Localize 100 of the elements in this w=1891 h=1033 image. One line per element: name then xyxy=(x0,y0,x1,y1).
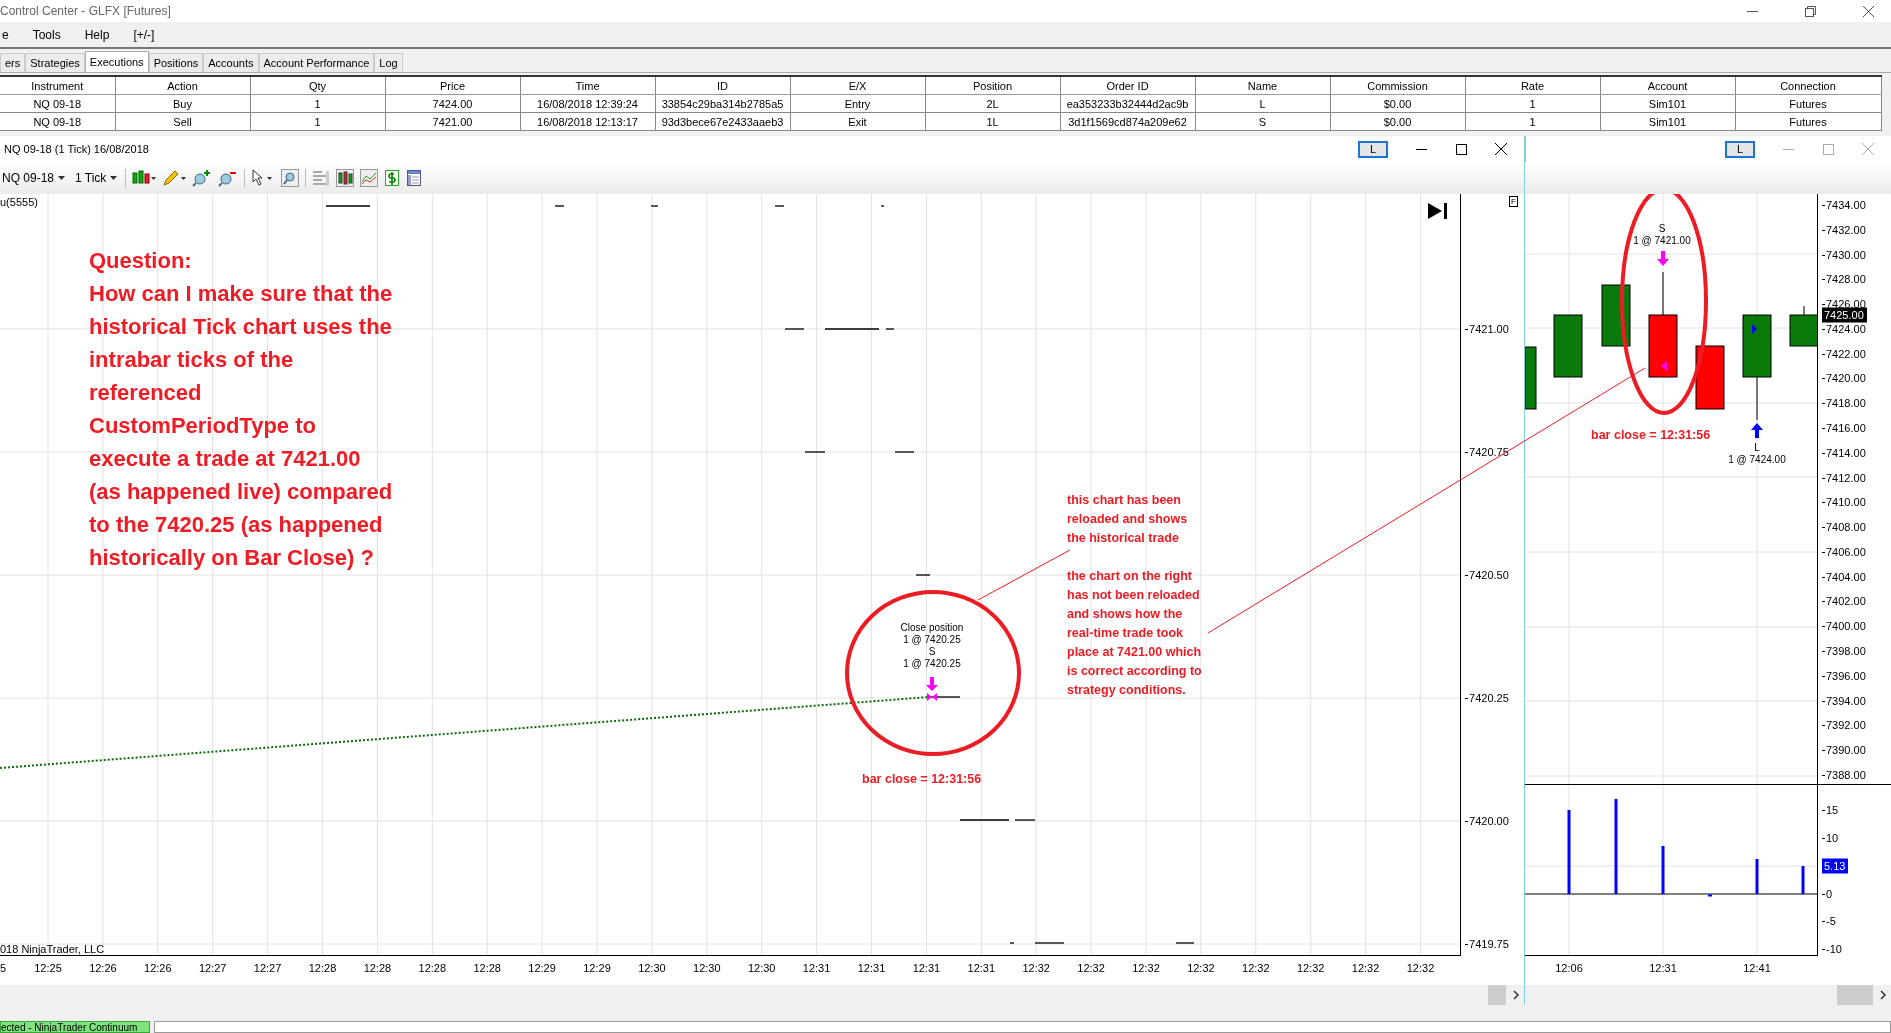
dollar-icon[interactable] xyxy=(384,169,401,187)
table-cell: ea353233b32444d2ac9b xyxy=(1060,94,1195,113)
tick-mark xyxy=(824,328,880,330)
axis-label: 12:28 xyxy=(363,962,392,974)
table-cell: 2L xyxy=(925,94,1060,113)
table-cell: Futures xyxy=(1735,94,1881,113)
tab[interactable]: Account Performance xyxy=(258,53,375,72)
zoom-in-icon[interactable] xyxy=(192,169,213,187)
chart-bars-icon[interactable] xyxy=(336,169,355,187)
axis-label: 12:32 xyxy=(1296,962,1325,974)
instrument-dropdown[interactable]: NQ 09-18 xyxy=(0,171,68,185)
axis-label: 7420.75 xyxy=(1465,446,1509,458)
axis-label: 7400.00 xyxy=(1822,620,1866,633)
table-cell: $0.00 xyxy=(1330,112,1465,131)
axis-label: 7430.00 xyxy=(1822,248,1866,261)
maximize-icon xyxy=(1822,143,1834,155)
scrollbar-thumb[interactable] xyxy=(1837,985,1873,1005)
tab[interactable]: Strategies xyxy=(25,53,85,72)
axis-label: 7416.00 xyxy=(1822,422,1866,434)
axis-label: 12:26 xyxy=(144,962,172,974)
tab[interactable]: Log xyxy=(374,53,403,72)
data-box-button[interactable]: F xyxy=(1509,196,1518,207)
axis-label: 7432.00 xyxy=(1822,223,1866,236)
horizontal-scrollbar[interactable] xyxy=(0,985,1524,1005)
tab[interactable]: Accounts xyxy=(203,53,259,72)
tick-mark xyxy=(885,328,895,330)
axis-label: 12:32 xyxy=(1406,962,1435,974)
pencil-icon[interactable] xyxy=(162,169,187,187)
tick-mark xyxy=(930,696,961,698)
table-cell: Exit xyxy=(790,112,925,131)
trade-label: S xyxy=(928,646,936,658)
table-cell: 1 xyxy=(1465,94,1600,113)
trade-label: L xyxy=(1754,442,1760,454)
properties-icon[interactable] xyxy=(406,169,423,187)
axis-label: 7420.00 xyxy=(1822,372,1866,385)
axis-label: 12:29 xyxy=(528,962,556,974)
candlestick-icon[interactable] xyxy=(132,169,157,187)
menu-item[interactable]: Help xyxy=(82,27,112,42)
table-cell: 1 xyxy=(1465,112,1600,131)
execution-marker-icon xyxy=(1661,361,1667,371)
scrollbar-thumb[interactable] xyxy=(1488,985,1506,1005)
axis-label: 12:06 xyxy=(1555,962,1583,974)
axis-label: 12:31 xyxy=(802,962,831,974)
axis-label: 7396.00 xyxy=(1822,669,1866,682)
window-title: Control Center - GLFX [Futures] xyxy=(0,4,171,18)
magnifier-icon[interactable] xyxy=(281,169,300,187)
axis-label: 12:29 xyxy=(583,962,611,974)
table-cell: Sell xyxy=(115,112,250,131)
axis-label: 7434.00 xyxy=(1822,199,1866,211)
value-marker: 5.13 xyxy=(1822,858,1849,874)
interval-dropdown[interactable]: 1 Tick xyxy=(73,171,120,185)
axis-label: 7394.00 xyxy=(1822,694,1866,707)
column-header: E/X xyxy=(790,76,925,95)
table-cell: L xyxy=(1195,94,1330,113)
horizontal-scrollbar[interactable] xyxy=(1525,985,1891,1005)
maximize-icon xyxy=(1455,143,1467,155)
table-cell: Sim101 xyxy=(1600,94,1735,113)
table-cell: 1L xyxy=(925,112,1060,131)
axis-label: 12:30 xyxy=(693,962,721,974)
column-header: Connection xyxy=(1735,76,1881,95)
link-button[interactable]: L xyxy=(1725,140,1755,158)
axis-label: 12:31 xyxy=(967,962,996,974)
axis-label: 12:27 xyxy=(253,962,282,974)
axis-label: 7422.00 xyxy=(1822,347,1866,360)
menu-item[interactable]: [+/-] xyxy=(131,27,157,42)
menu-item[interactable]: e xyxy=(0,27,11,42)
table-cell: Entry xyxy=(790,94,925,113)
tick-mark xyxy=(650,205,659,207)
zoom-out-icon[interactable] xyxy=(218,169,239,187)
column-header: Order ID xyxy=(1060,76,1195,95)
copyright-label: 018 NinjaTrader, LLC xyxy=(0,943,105,955)
axis-label: -10 xyxy=(1822,943,1842,956)
column-header: Account xyxy=(1600,76,1735,95)
trade-label: 1 @ 7420.25 xyxy=(903,658,961,670)
line-chart-icon[interactable] xyxy=(360,169,379,187)
axis-label: 7414.00 xyxy=(1822,446,1866,459)
tick-mark xyxy=(804,451,826,453)
close-icon xyxy=(1495,143,1507,155)
tab[interactable]: Executions xyxy=(84,51,149,72)
restore-icon xyxy=(1804,5,1816,17)
column-header: Time xyxy=(520,76,655,95)
axis-label: 12:32 xyxy=(1187,962,1215,974)
axis-label: 12:30 xyxy=(747,962,776,974)
tab[interactable]: ers xyxy=(0,53,26,72)
axis-label: 7388.00 xyxy=(1822,768,1866,781)
trade-label: 1 @ 7424.00 xyxy=(1728,454,1786,466)
axis-label: 7420.50 xyxy=(1465,569,1509,581)
axis-label: 7406.00 xyxy=(1822,545,1866,558)
axis-label: 12:25 xyxy=(34,962,62,974)
trade-label: 1 @ 7421.00 xyxy=(1633,235,1691,247)
menu-item[interactable]: Tools xyxy=(30,27,63,42)
tab[interactable]: Positions xyxy=(148,53,204,72)
down-arrow-icon xyxy=(926,677,938,691)
axis-label: 10 xyxy=(1822,832,1839,844)
link-button[interactable]: L xyxy=(1358,140,1388,158)
axis-label: 12:41 xyxy=(1743,962,1771,974)
tick-mark xyxy=(554,205,565,207)
scroll-right-icon[interactable] xyxy=(1879,990,1887,1000)
chart-title: NQ 09-18 (1 Tick) 16/08/2018 xyxy=(3,143,149,155)
scroll-right-icon[interactable] xyxy=(1512,990,1520,1000)
